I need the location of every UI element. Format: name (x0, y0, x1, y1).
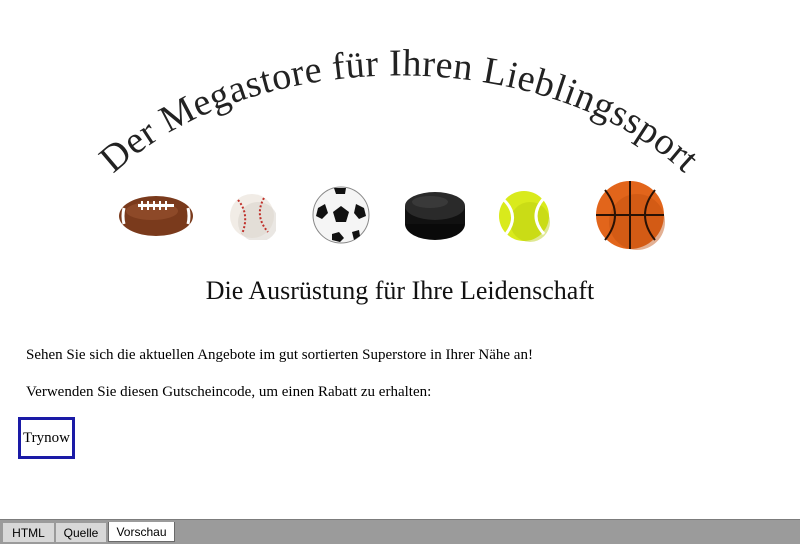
american-football-icon (119, 196, 193, 236)
soccer-ball-icon (312, 186, 370, 244)
tab-html[interactable]: HTML (3, 523, 55, 542)
coupon-code-text: Trynow (23, 429, 70, 446)
page-subtitle: Die Ausrüstung für Ihre Leidenschaft (205, 276, 595, 305)
basketball-icon (596, 181, 665, 250)
coupon-paragraph: Verwenden Sie diesen Gutscheincode, um e… (26, 384, 432, 400)
tennis-ball-icon (499, 191, 550, 242)
coupon-code-box: Trynow (18, 417, 75, 459)
svg-text:Der Megastore für Ihren Liebli: Der Megastore für Ihren Lieblingssport (92, 42, 707, 180)
preview-pane: Der Megastore für Ihren Lieblingssport D… (0, 0, 800, 519)
view-tab-bar: HTML Quelle Vorschau (0, 519, 800, 544)
baseball-icon (230, 194, 276, 240)
tab-source[interactable]: Quelle (56, 523, 107, 542)
offer-paragraph: Sehen Sie sich die aktuellen Angebote im… (26, 347, 533, 363)
arc-title-text: Der Megastore für Ihren Lieblingssport (92, 42, 707, 180)
tab-preview[interactable]: Vorschau (108, 522, 175, 542)
hockey-puck-icon (405, 192, 465, 240)
sport-balls-row (0, 180, 800, 250)
